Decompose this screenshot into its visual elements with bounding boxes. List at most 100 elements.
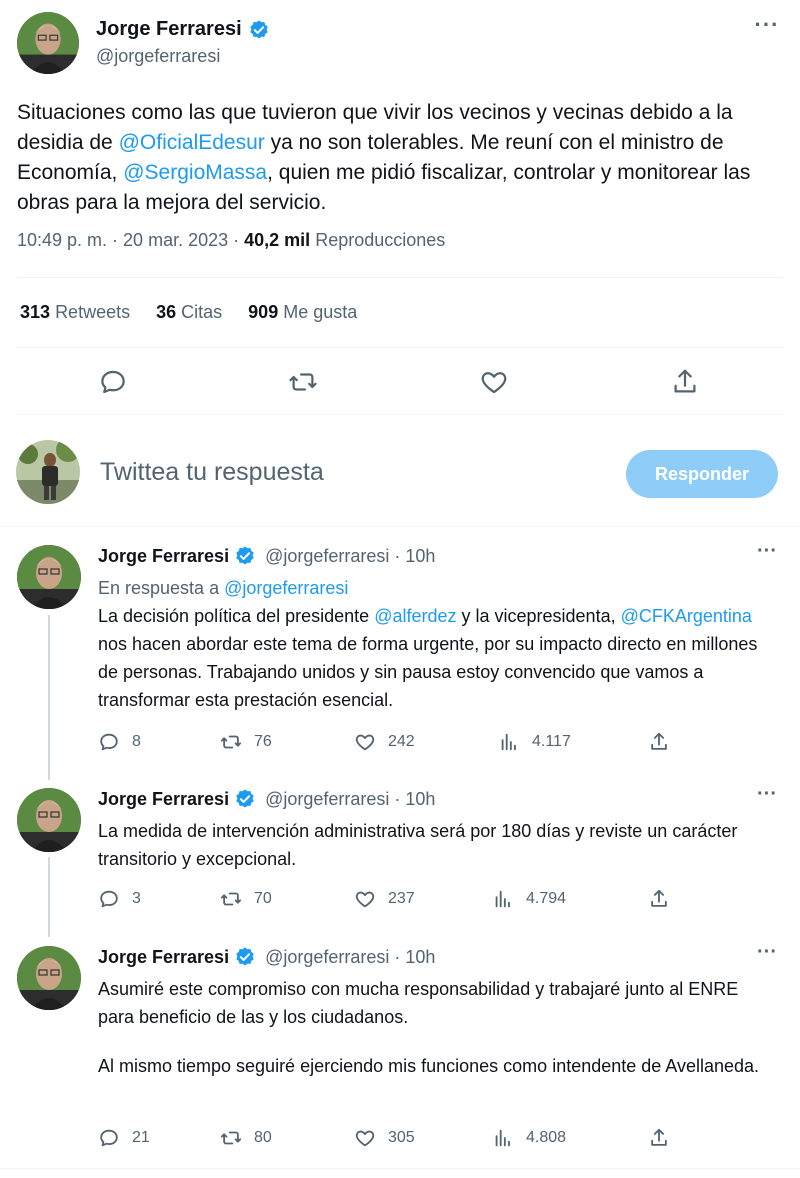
- retweet-count: 76: [254, 733, 272, 750]
- retweet-icon[interactable]: [288, 367, 318, 397]
- share-button[interactable]: [648, 731, 670, 753]
- like-count-button[interactable]: 305: [354, 1127, 415, 1149]
- retweet-count: 70: [254, 890, 272, 907]
- reply-text: Al mismo tiempo seguiré ejerciendo mis f…: [98, 1056, 760, 1076]
- more-options-icon[interactable]: ···: [752, 784, 782, 806]
- author-photo: [17, 12, 79, 74]
- thread-line: [48, 615, 50, 780]
- reply-icon[interactable]: [98, 367, 128, 397]
- share-button[interactable]: [648, 888, 670, 910]
- author-handle[interactable]: @jorgeferraresi: [96, 46, 220, 67]
- divider: [17, 414, 783, 415]
- views-button[interactable]: 4.808: [492, 1127, 566, 1149]
- reply-text-part: nos hacen abordar este tema de forma urg…: [98, 634, 758, 710]
- reply-author-row: Jorge Ferraresi @jorgeferraresi · 10h: [98, 788, 435, 810]
- reply-count-button[interactable]: 21: [98, 1127, 150, 1149]
- thread-line: [48, 857, 50, 937]
- reply-avatar[interactable]: [17, 545, 81, 609]
- in-reply-to: En respuesta a @jorgeferraresi: [98, 574, 778, 602]
- reply-actions: 21 80 305 4.808: [98, 1127, 698, 1151]
- views-button[interactable]: 4.794: [492, 888, 566, 910]
- mention-link[interactable]: @SergioMassa: [123, 161, 267, 184]
- current-user-avatar[interactable]: [16, 440, 80, 504]
- reply-handle-time[interactable]: @jorgeferraresi · 10h: [265, 947, 435, 968]
- retweet-count: 80: [254, 1129, 272, 1146]
- like-icon: [355, 1130, 375, 1147]
- section-divider: [0, 1168, 800, 1169]
- share-icon: [651, 889, 667, 907]
- like-icon[interactable]: [479, 367, 509, 397]
- reply-text: La decisión política del presidente @alf…: [98, 602, 778, 714]
- retweets-count: 313: [20, 302, 51, 322]
- tweet-actions: [0, 360, 800, 404]
- reply-count: 21: [132, 1129, 150, 1146]
- tweet-text: Situaciones como las que tuvieron que vi…: [17, 98, 787, 218]
- author-name-row: Jorge Ferraresi: [96, 18, 270, 41]
- tweet-timestamp[interactable]: 10:49 p. m. · 20 mar. 2023 ·: [17, 230, 239, 250]
- quotes-label: Citas: [181, 302, 223, 322]
- likes-label: Me gusta: [283, 302, 358, 322]
- like-count: 242: [388, 733, 415, 750]
- views-icon: [495, 1129, 510, 1147]
- reply-author-row: Jorge Ferraresi @jorgeferraresi · 10h: [98, 545, 435, 567]
- reply-author-row: Jorge Ferraresi @jorgeferraresi · 10h: [98, 946, 435, 968]
- views-count: 40,2 mil: [244, 230, 311, 250]
- reply-author-name[interactable]: Jorge Ferraresi: [98, 546, 229, 567]
- reply-count: 3: [132, 890, 141, 907]
- like-count: 237: [388, 890, 415, 907]
- reply-button[interactable]: Responder: [626, 450, 778, 498]
- retweet-count-button[interactable]: 80: [220, 1127, 272, 1149]
- retweets-label: Retweets: [55, 302, 131, 322]
- reply-icon: [100, 733, 118, 751]
- mention-link[interactable]: @CFKArgentina: [621, 606, 752, 626]
- reply-icon: [100, 890, 118, 908]
- verified-badge-icon: [236, 789, 254, 808]
- views-button[interactable]: 4.117: [498, 731, 571, 753]
- reply-handle-time[interactable]: @jorgeferraresi · 10h: [265, 546, 435, 567]
- author-avatar[interactable]: [17, 12, 79, 74]
- retweet-icon: [220, 1131, 242, 1145]
- reply-count: 8: [132, 733, 141, 750]
- tweet-stats: 313 Retweets 36 Citas 909 Me gusta: [20, 302, 357, 323]
- like-count-button[interactable]: 237: [354, 888, 415, 910]
- views-count: 4.794: [526, 890, 567, 907]
- reply-input[interactable]: Twittea tu respuesta: [100, 458, 324, 487]
- reply-avatar[interactable]: [17, 788, 81, 852]
- reply-count-button[interactable]: 3: [98, 888, 141, 910]
- views-icon: [495, 890, 510, 908]
- verified-badge-icon: [236, 947, 254, 966]
- section-divider: [0, 526, 800, 527]
- share-button[interactable]: [648, 1127, 670, 1149]
- share-icon[interactable]: [670, 367, 700, 397]
- retweet-icon: [220, 892, 242, 906]
- retweet-count-button[interactable]: 70: [220, 888, 272, 910]
- reply-avatar[interactable]: [17, 946, 81, 1010]
- like-count-button[interactable]: 242: [354, 731, 415, 753]
- likes-stat[interactable]: 909 Me gusta: [248, 302, 357, 323]
- share-icon: [651, 1128, 667, 1146]
- mention-link[interactable]: @OficialEdesur: [119, 131, 265, 154]
- verified-badge-icon: [249, 19, 268, 39]
- in-reply-handle[interactable]: @jorgeferraresi: [224, 578, 348, 598]
- like-icon: [355, 734, 375, 751]
- retweet-count-button[interactable]: 76: [220, 731, 272, 753]
- reply-author-name[interactable]: Jorge Ferraresi: [98, 947, 229, 968]
- mention-link[interactable]: @alferdez: [374, 606, 456, 626]
- views-label: Reproducciones: [315, 230, 446, 250]
- more-options-icon[interactable]: ···: [752, 541, 782, 563]
- like-count: 305: [388, 1129, 415, 1146]
- quotes-stat[interactable]: 36 Citas: [156, 302, 222, 323]
- author-name[interactable]: Jorge Ferraresi: [96, 18, 242, 41]
- divider: [17, 277, 783, 278]
- views-count: 4.808: [526, 1129, 567, 1146]
- verified-badge-icon: [236, 546, 254, 565]
- share-icon: [651, 732, 667, 750]
- reply-author-name[interactable]: Jorge Ferraresi: [98, 789, 229, 810]
- more-options-icon[interactable]: ···: [752, 942, 782, 964]
- reply-actions: 8 76 242 4.117: [98, 731, 698, 755]
- retweets-stat[interactable]: 313 Retweets: [20, 302, 130, 323]
- current-user-photo: [16, 440, 80, 504]
- more-options-icon[interactable]: ···: [752, 14, 782, 40]
- reply-count-button[interactable]: 8: [98, 731, 141, 753]
- reply-handle-time[interactable]: @jorgeferraresi · 10h: [265, 789, 435, 810]
